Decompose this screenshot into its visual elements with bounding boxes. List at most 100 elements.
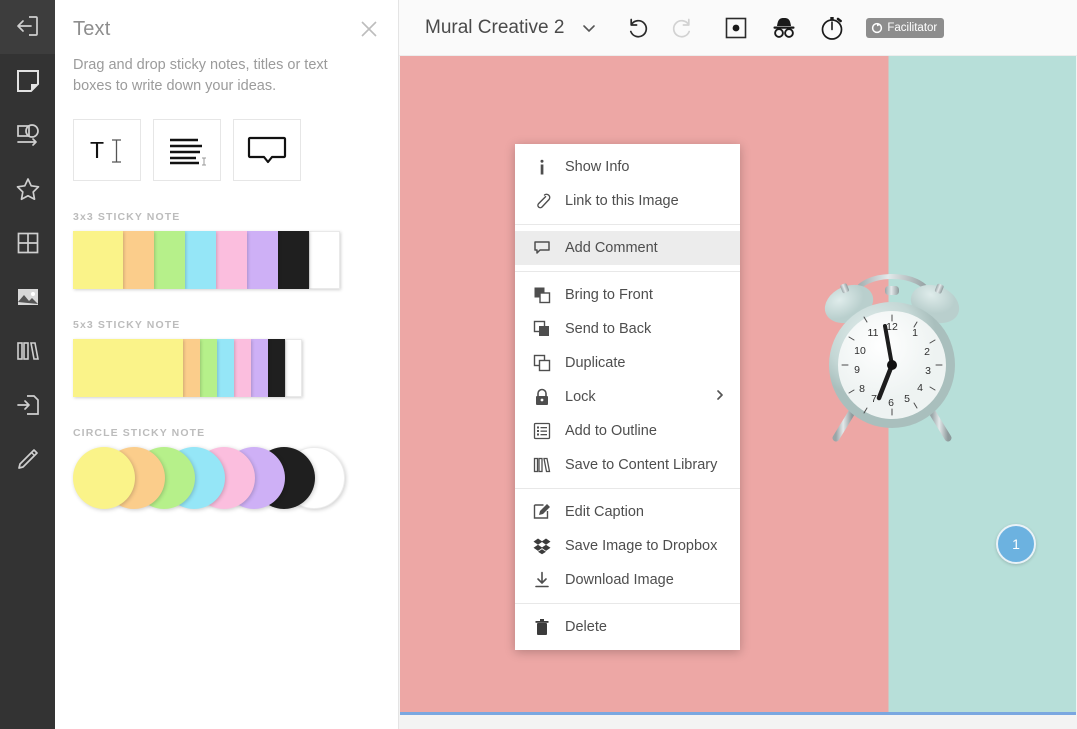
top-toolbar: Mural Creative 2 Facilitator: [399, 0, 1077, 56]
sticky-swatch-black[interactable]: [278, 231, 309, 289]
menu-delete[interactable]: Delete: [515, 610, 740, 644]
square-dot-icon[interactable]: [716, 11, 756, 45]
edit-caption-icon: [533, 503, 551, 521]
menu-separator: [515, 488, 740, 489]
send-back-icon: [533, 320, 551, 338]
menu-link-to-image[interactable]: Link to this Image: [515, 184, 740, 218]
undo-icon[interactable]: [618, 11, 658, 45]
swatch-group: [73, 231, 398, 289]
trash-icon: [533, 618, 551, 636]
sticky-swatch-green[interactable]: [154, 231, 185, 289]
menu-item-label: Duplicate: [565, 355, 626, 371]
outline-list-icon: [533, 422, 551, 440]
sticky-swatch-pink[interactable]: [216, 231, 247, 289]
rail-item-images[interactable]: [0, 270, 55, 324]
rail-item-drawing[interactable]: [0, 432, 55, 486]
svg-text:7: 7: [871, 393, 877, 405]
sticky-swatch-yellow[interactable]: [73, 339, 183, 397]
pencil-icon: [15, 446, 41, 472]
sticky-swatch-blue[interactable]: [185, 231, 216, 289]
panel-header: Text: [55, 0, 398, 41]
chevron-right-icon: [714, 389, 726, 405]
sticky-swatch-purple[interactable]: [251, 339, 268, 397]
rail-item-icons[interactable]: [0, 162, 55, 216]
text-box-tool[interactable]: T: [73, 119, 141, 181]
menu-item-label: Download Image: [565, 572, 674, 588]
star-icon: [15, 176, 41, 202]
facilitator-badge[interactable]: Facilitator: [866, 17, 945, 38]
file-import-icon: [15, 392, 41, 418]
stopwatch-icon[interactable]: [812, 11, 852, 45]
alarm-clock-graphic: 12 1 2 345 678 9 10 11: [812, 262, 972, 452]
app-root: Text Drag and drop sticky notes, titles …: [0, 0, 1077, 729]
menu-add-comment[interactable]: Add Comment: [515, 231, 740, 265]
sticky-swatch-purple[interactable]: [247, 231, 278, 289]
menu-send-to-back[interactable]: Send to Back: [515, 312, 740, 346]
chevron-down-icon[interactable]: [578, 17, 600, 39]
incognito-icon[interactable]: [764, 11, 804, 45]
menu-show-info[interactable]: Show Info: [515, 150, 740, 184]
svg-text:T: T: [90, 137, 104, 163]
sticky-swatch-pink[interactable]: [234, 339, 251, 397]
dropbox-icon: [533, 537, 551, 555]
menu-item-label: Delete: [565, 619, 607, 635]
download-icon: [533, 571, 551, 589]
rail-item-content-library[interactable]: [0, 324, 55, 378]
rail-item-collapse-sidebar[interactable]: [0, 0, 55, 54]
menu-add-to-outline[interactable]: Add to Outline: [515, 414, 740, 448]
info-icon: [533, 158, 551, 176]
rail-item-import[interactable]: [0, 378, 55, 432]
section-label: 3x3 STICKY NOTE: [73, 211, 181, 223]
sticky-swatch-green[interactable]: [200, 339, 217, 397]
menu-item-label: Bring to Front: [565, 287, 653, 303]
books-icon: [533, 456, 551, 474]
sticky-swatch-blue[interactable]: [217, 339, 234, 397]
grid-icon: [15, 230, 41, 256]
svg-text:2: 2: [924, 346, 930, 358]
svg-text:11: 11: [868, 327, 879, 339]
title-tool[interactable]: [153, 119, 221, 181]
svg-text:8: 8: [859, 383, 865, 395]
menu-item-label: Save to Content Library: [565, 457, 718, 473]
menu-lock[interactable]: Lock: [515, 380, 740, 414]
left-toolbar-rail: [0, 0, 55, 729]
arrow-into-box-icon: [15, 14, 41, 40]
sticky-swatch-black[interactable]: [268, 339, 285, 397]
rail-item-frameworks[interactable]: [0, 216, 55, 270]
menu-item-label: Link to this Image: [565, 193, 679, 209]
link-icon: [533, 192, 551, 210]
sticky-swatch-white[interactable]: [309, 231, 340, 289]
menu-duplicate[interactable]: Duplicate: [515, 346, 740, 380]
menu-save-content-library[interactable]: Save to Content Library: [515, 448, 740, 482]
svg-text:5: 5: [904, 393, 910, 405]
redo-icon: [662, 11, 702, 45]
circle-swatch-yellow[interactable]: [73, 447, 135, 509]
sticky-swatch-orange[interactable]: [183, 339, 200, 397]
sticky-note-icon: [15, 68, 41, 94]
lock-icon: [533, 388, 551, 406]
menu-item-label: Send to Back: [565, 321, 652, 337]
menu-item-label: Edit Caption: [565, 504, 644, 520]
svg-text:10: 10: [854, 345, 866, 357]
menu-bring-to-front[interactable]: Bring to Front: [515, 278, 740, 312]
comment-box-tool[interactable]: [233, 119, 301, 181]
svg-text:1: 1: [912, 327, 918, 339]
menu-save-dropbox[interactable]: Save Image to Dropbox: [515, 529, 740, 563]
rail-item-sticky-note[interactable]: [0, 54, 55, 108]
close-icon[interactable]: [356, 16, 382, 42]
comment-count-badge[interactable]: 1: [996, 524, 1036, 564]
menu-download-image[interactable]: Download Image: [515, 563, 740, 597]
mural-title[interactable]: Mural Creative 2: [425, 17, 564, 39]
facilitator-icon: [871, 22, 883, 34]
rail-item-shapes-connectors[interactable]: [0, 108, 55, 162]
menu-separator: [515, 271, 740, 272]
svg-text:4: 4: [917, 382, 923, 394]
sticky-swatch-orange[interactable]: [123, 231, 154, 289]
svg-text:6: 6: [888, 397, 894, 409]
menu-edit-caption[interactable]: Edit Caption: [515, 495, 740, 529]
section-label: CIRCLE STICKY NOTE: [73, 427, 206, 439]
svg-text:3: 3: [925, 365, 931, 377]
menu-separator: [515, 224, 740, 225]
sticky-swatch-white[interactable]: [285, 339, 302, 397]
sticky-swatch-yellow[interactable]: [73, 231, 123, 289]
